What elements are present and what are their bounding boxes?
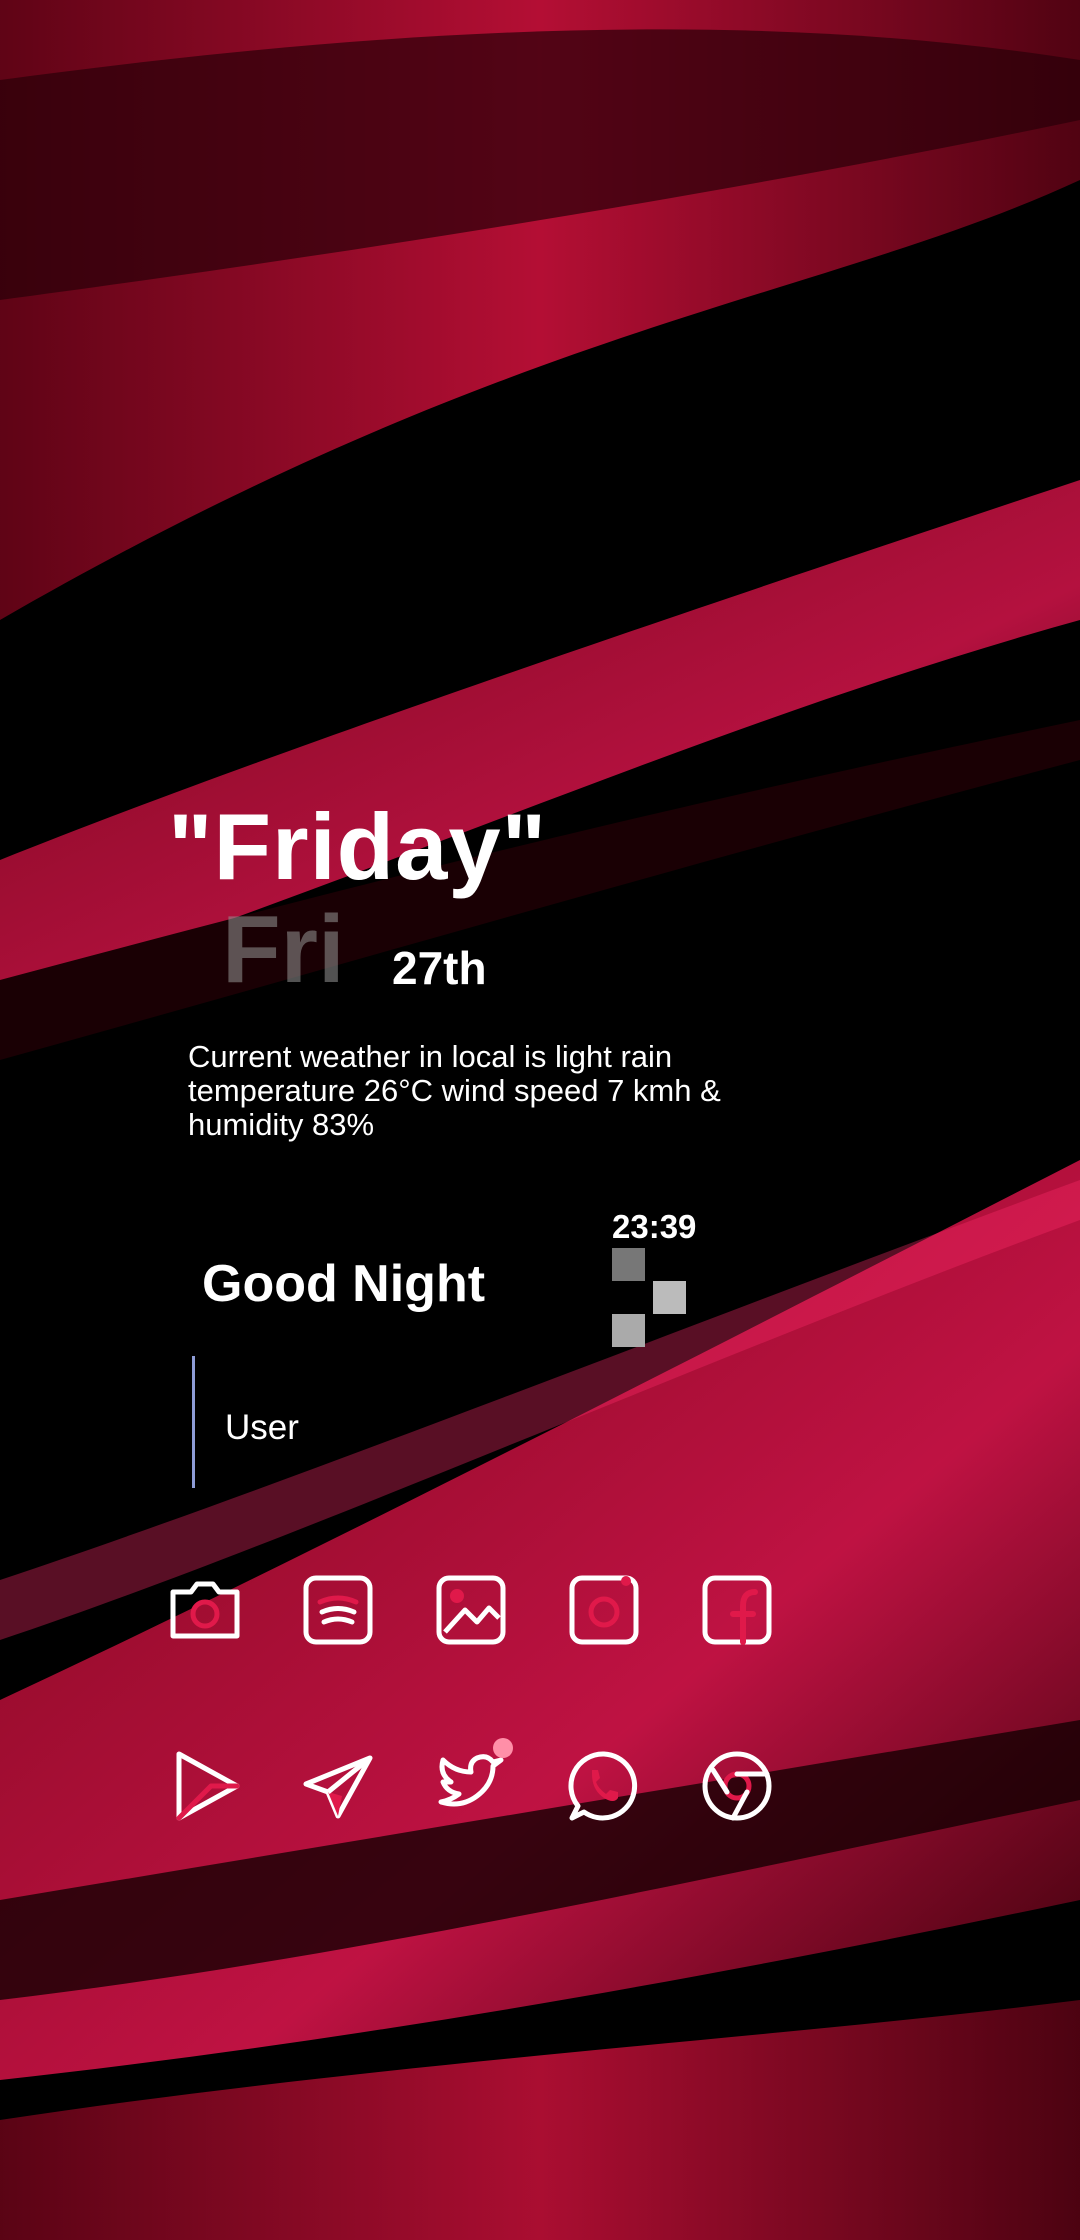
day-title[interactable]: "Friday" [168, 800, 547, 894]
pixel-art-decoration [612, 1248, 692, 1348]
weather-text[interactable]: Current weather in local is light rain t… [188, 1040, 778, 1142]
app-row-2 [150, 1738, 800, 1831]
gallery-icon[interactable] [426, 1565, 516, 1655]
date-label: 27th [392, 942, 487, 994]
user-block: User [192, 1356, 299, 1488]
user-name: User [225, 1408, 299, 1447]
play-store-icon[interactable] [160, 1741, 250, 1831]
greeting: Good Night [202, 1255, 486, 1313]
day-short-label: Fri [222, 896, 345, 1003]
twitter-icon[interactable] [426, 1738, 516, 1831]
whatsapp-icon[interactable] [559, 1741, 649, 1831]
facebook-icon[interactable] [692, 1565, 782, 1655]
camera-icon[interactable] [160, 1565, 250, 1655]
spotify-icon[interactable] [293, 1565, 383, 1655]
instagram-icon[interactable] [559, 1565, 649, 1655]
telegram-icon[interactable] [293, 1741, 383, 1831]
clock[interactable]: 23:39 [612, 1210, 696, 1243]
app-row-1 [150, 1565, 800, 1655]
chrome-icon[interactable] [692, 1741, 782, 1831]
